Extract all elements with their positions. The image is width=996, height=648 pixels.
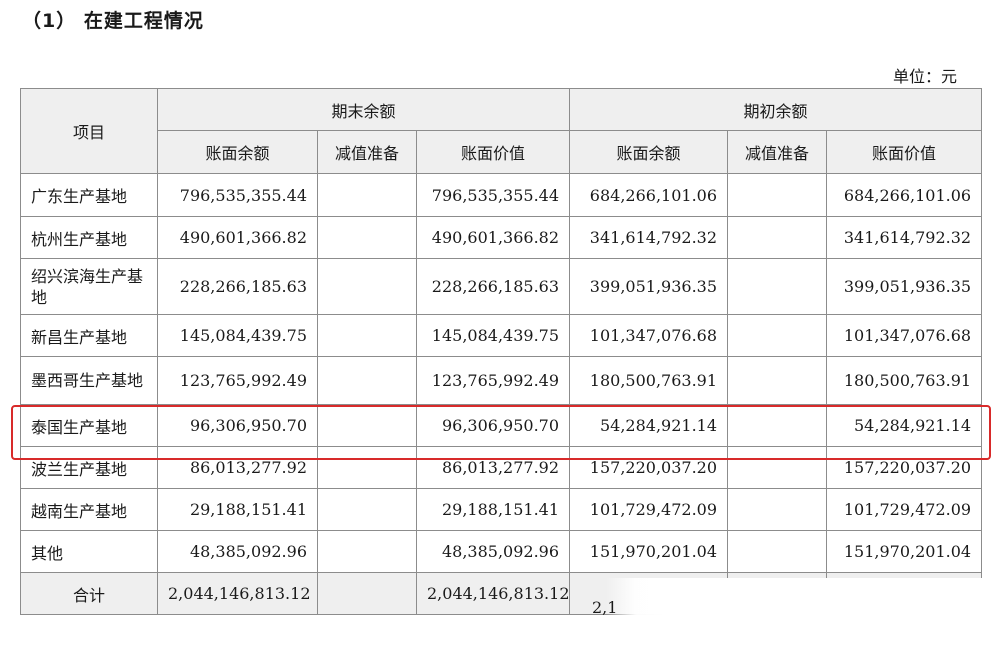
row-name: 绍兴滨海生产基地: [20, 258, 158, 315]
begin-book-value: 684,266,101.06: [826, 173, 983, 217]
header-begin-impairment: 减值准备: [727, 130, 828, 174]
header-begin-book-balance: 账面余额: [569, 130, 729, 174]
row-name: 新昌生产基地: [20, 314, 158, 357]
begin-impairment: [727, 258, 828, 315]
end-book-balance: 123,765,992.49: [157, 356, 318, 405]
begin-book-balance: 684,266,101.06: [569, 173, 729, 217]
end-book-value: 228,266,185.63: [415, 258, 571, 315]
total-end-book-balance: 2,044,146,813.12: [157, 572, 318, 615]
table-row: 新昌生产基地 145,084,439.75 145,084,439.75 101,34…: [20, 314, 983, 357]
total-end-book-value: 2,044,146,813.12: [415, 572, 571, 615]
begin-book-value: 180,500,763.91: [826, 356, 983, 405]
row-name: 其他: [20, 530, 158, 573]
end-book-value: 123,765,992.49: [415, 356, 571, 405]
construction-in-progress-table: 项目 期末余额 期初余额 账面余额 减值准备 账面价值 账面余额 减值准备 账面…: [20, 88, 983, 615]
end-book-balance: 48,385,092.96: [157, 530, 318, 573]
end-book-balance: 796,535,355.44: [157, 173, 318, 217]
table-row: 杭州生产基地 490,601,366.82 490,601,366.82 341,61…: [20, 216, 983, 259]
end-book-value: 48,385,092.96: [415, 530, 571, 573]
begin-book-value: 341,614,792.32: [826, 216, 983, 259]
begin-book-balance: 341,614,792.32: [569, 216, 729, 259]
begin-book-balance: 180,500,763.91: [569, 356, 729, 405]
row-name: 越南生产基地: [20, 488, 158, 531]
end-book-balance: 145,084,439.75: [157, 314, 318, 357]
begin-impairment: [727, 488, 828, 531]
end-impairment: [317, 216, 417, 259]
header-begin-balance: 期初余额: [569, 88, 983, 131]
begin-book-balance: 399,051,936.35: [569, 258, 729, 315]
end-impairment: [317, 488, 417, 531]
total-end-impairment: [317, 572, 417, 615]
begin-impairment: [727, 356, 828, 405]
row-name: 杭州生产基地: [20, 216, 158, 259]
table-row: 墨西哥生产基地 123,765,992.49 123,765,992.49 180,5…: [20, 356, 983, 405]
begin-book-value: 399,051,936.35: [826, 258, 983, 315]
end-impairment: [317, 258, 417, 315]
begin-book-value: 101,347,076.68: [826, 314, 983, 357]
begin-impairment: [727, 530, 828, 573]
section-title: （1） 在建工程情况: [22, 10, 204, 32]
begin-book-value: 101,729,472.09: [826, 488, 983, 531]
end-impairment: [317, 530, 417, 573]
header-item: 项目: [20, 88, 158, 174]
end-book-value: 796,535,355.44: [415, 173, 571, 217]
begin-book-value: 151,970,201.04: [826, 530, 983, 573]
end-impairment: [317, 356, 417, 405]
row-name: 广东生产基地: [20, 173, 158, 217]
row-name: 墨西哥生产基地: [20, 356, 158, 405]
table-row: 越南生产基地 29,188,151.41 29,188,151.41 101,729,…: [20, 488, 983, 531]
begin-book-balance: 151,970,201.04: [569, 530, 729, 573]
table-body: 广东生产基地 796,535,355.44 796,535,355.44 684,26…: [20, 173, 983, 573]
header-end-book-balance: 账面余额: [157, 130, 318, 174]
end-book-value: 490,601,366.82: [415, 216, 571, 259]
total-label: 合计: [20, 572, 158, 615]
end-impairment: [317, 173, 417, 217]
begin-book-balance: 101,347,076.68: [569, 314, 729, 357]
header-end-book-value: 账面价值: [415, 130, 571, 174]
end-book-balance: 490,601,366.82: [157, 216, 318, 259]
end-book-value: 29,188,151.41: [415, 488, 571, 531]
end-book-balance: 228,266,185.63: [157, 258, 318, 315]
unit-label: 单位：元: [893, 67, 958, 86]
table-row: 广东生产基地 796,535,355.44 796,535,355.44 684,26…: [20, 173, 983, 217]
header-end-balance: 期末余额: [156, 88, 571, 131]
total-begin-book-balance-partial: 2,1: [592, 598, 618, 617]
end-impairment: [317, 314, 417, 357]
table-row: 绍兴滨海生产基地 228,266,185.63 228,266,185.63 399,…: [20, 258, 983, 315]
end-book-value: 145,084,439.75: [415, 314, 571, 357]
begin-book-balance: 101,729,472.09: [569, 488, 729, 531]
begin-impairment: [727, 173, 828, 217]
begin-impairment: [727, 314, 828, 357]
begin-impairment: [727, 216, 828, 259]
end-book-balance: 29,188,151.41: [157, 488, 318, 531]
header-begin-book-value: 账面价值: [826, 130, 983, 174]
highlight-box: [11, 405, 991, 460]
header-end-impairment: 减值准备: [317, 130, 417, 174]
faded-overlay: [606, 578, 996, 648]
table-row: 其他 48,385,092.96 48,385,092.96 151,970,201.…: [20, 530, 983, 573]
